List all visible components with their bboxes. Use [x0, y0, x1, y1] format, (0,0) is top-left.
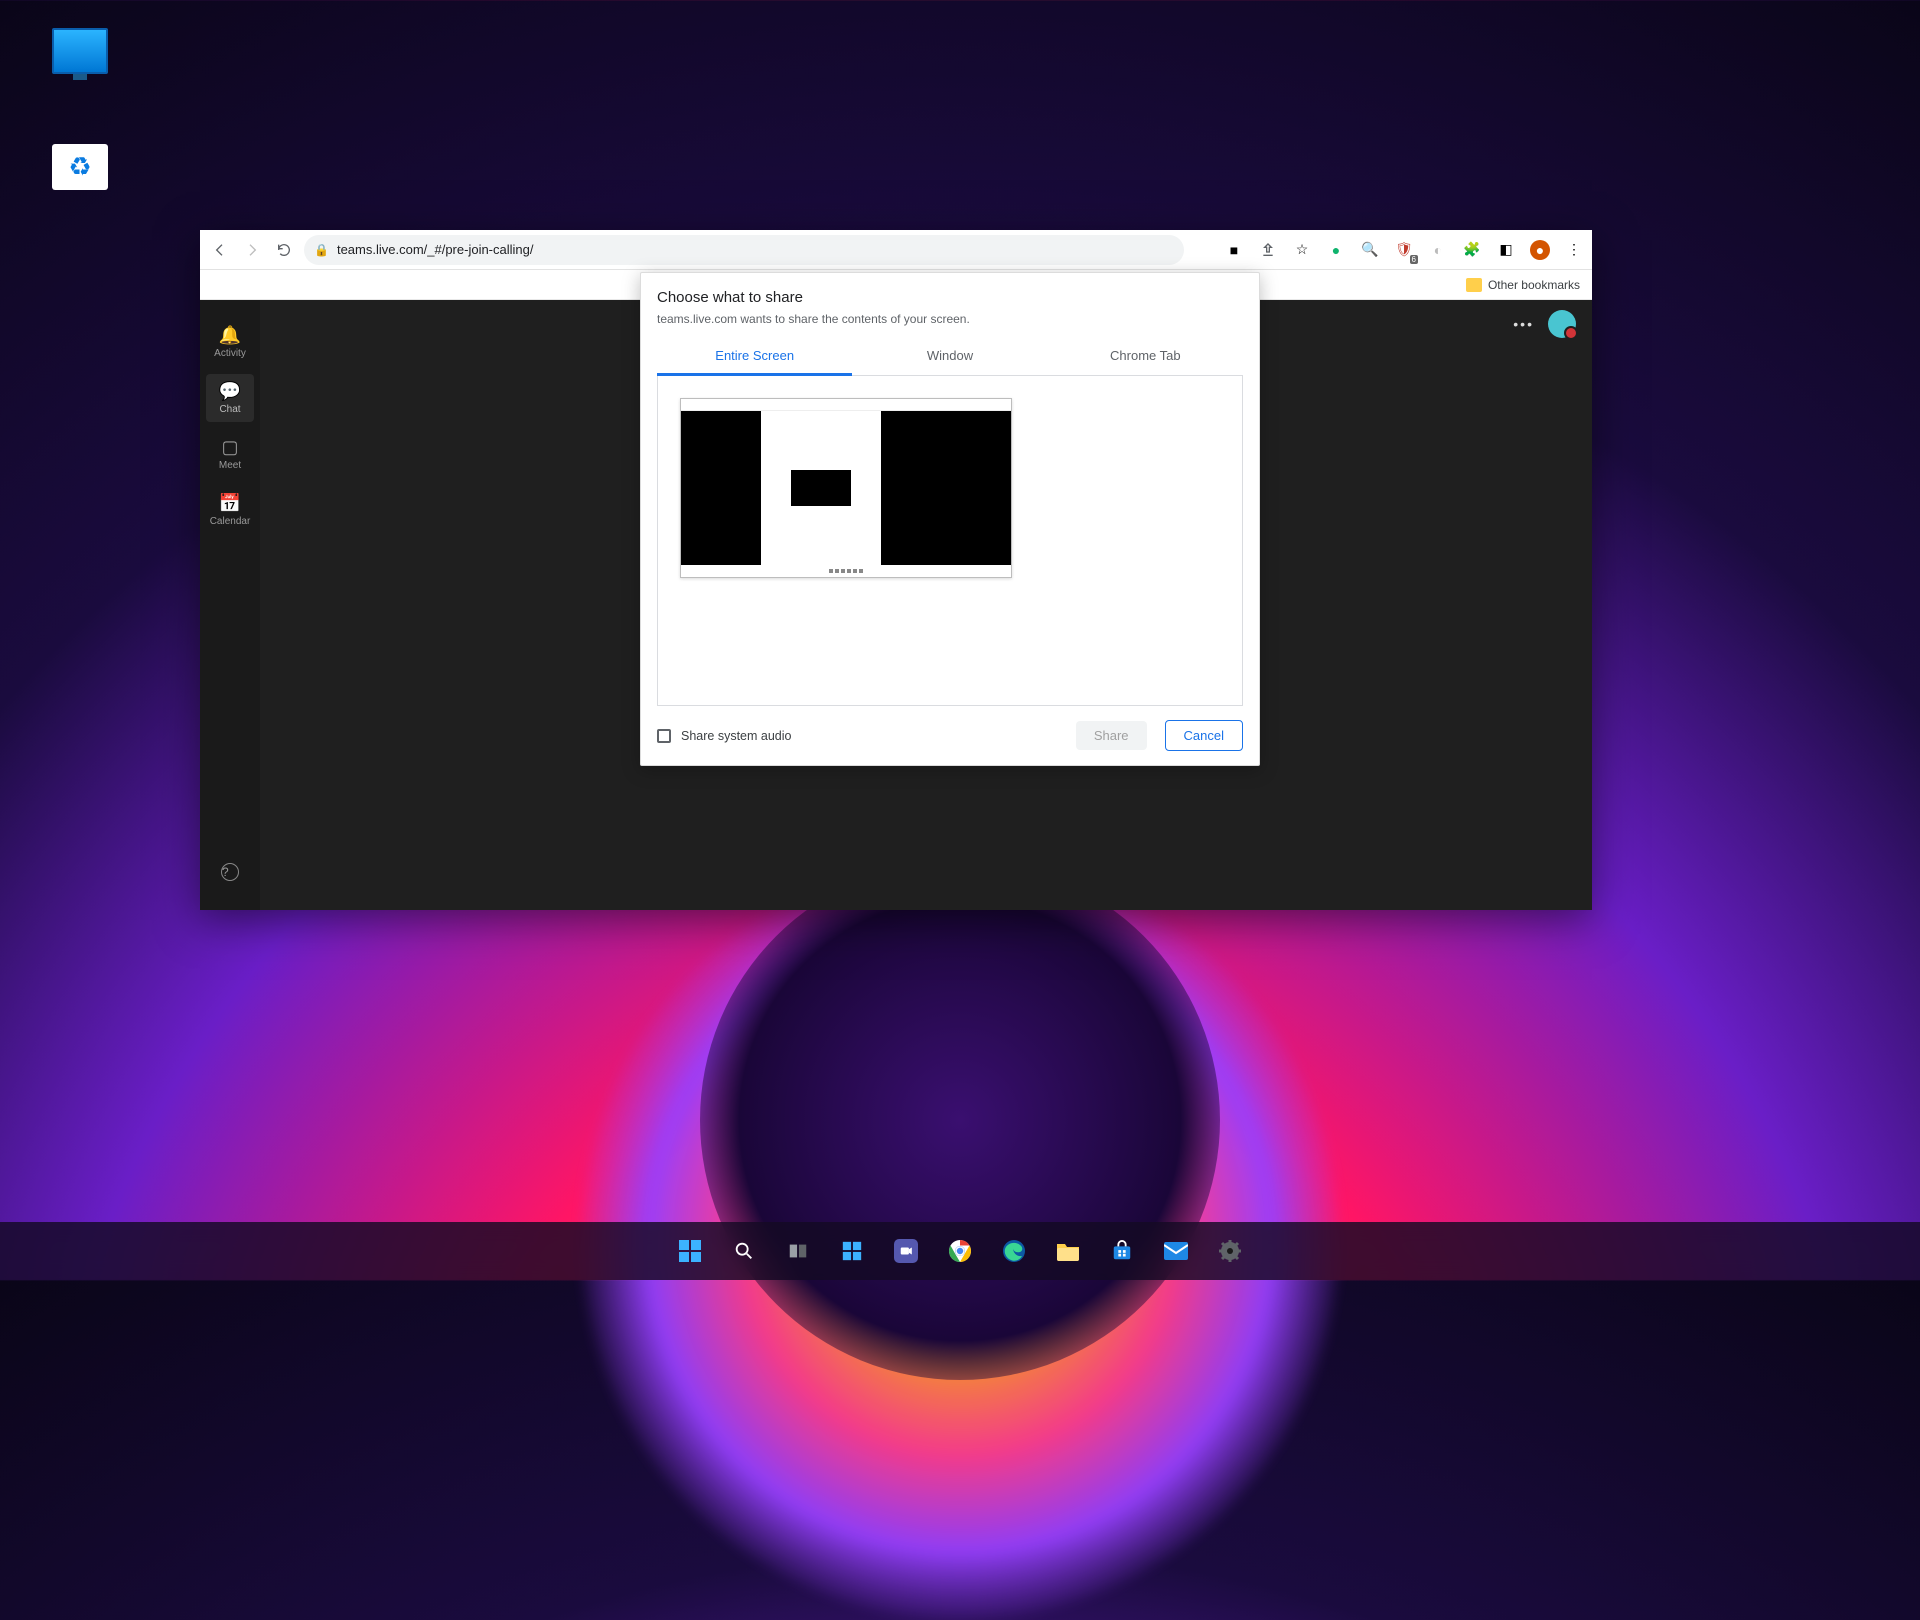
task-view-icon: [787, 1240, 809, 1262]
mail-icon: [1164, 1242, 1188, 1260]
chrome-toolbar: 🔒 teams.live.com/_#/pre-join-calling/ ■ …: [200, 230, 1592, 270]
teams-sidebar: 🔔 Activity 💬 Chat ▢ Meet 📅 Calendar ?: [200, 300, 260, 910]
taskbar-edge[interactable]: [992, 1229, 1036, 1273]
search-icon: [733, 1240, 755, 1262]
taskbar-teams[interactable]: [884, 1229, 928, 1273]
sidebar-item-chat[interactable]: 💬 Chat: [206, 374, 254, 422]
taskbar-search[interactable]: [722, 1229, 766, 1273]
sidebar-label: Chat: [219, 404, 240, 415]
teams-app: 🔔 Activity 💬 Chat ▢ Meet 📅 Calendar ? ••…: [200, 300, 1592, 910]
address-bar[interactable]: 🔒 teams.live.com/_#/pre-join-calling/: [304, 235, 1184, 265]
back-button[interactable]: [208, 238, 232, 262]
extensions-puzzle-icon[interactable]: 🧩: [1462, 240, 1482, 260]
lock-icon: 🔒: [314, 243, 329, 257]
forward-button[interactable]: [240, 238, 264, 262]
teams-topbar: •••: [1513, 310, 1576, 338]
taskbar-settings[interactable]: [1208, 1229, 1252, 1273]
edge-icon: [1002, 1239, 1026, 1263]
extension-search-icon[interactable]: 🔍: [1360, 240, 1380, 260]
dialog-subtitle: teams.live.com wants to share the conten…: [657, 312, 1243, 326]
extension-generic-icon[interactable]: ◐: [1428, 240, 1448, 260]
tab-window[interactable]: Window: [852, 338, 1047, 375]
teams-icon: [894, 1239, 918, 1263]
widgets-icon: [841, 1240, 863, 1262]
monitor-icon: [52, 28, 108, 74]
other-bookmarks-label: Other bookmarks: [1488, 278, 1580, 292]
share-page-icon[interactable]: [1258, 240, 1278, 260]
cancel-button[interactable]: Cancel: [1165, 720, 1243, 751]
taskbar-widgets[interactable]: [830, 1229, 874, 1273]
windows-taskbar: [0, 1222, 1920, 1280]
camera-icon[interactable]: ■: [1224, 240, 1244, 260]
taskbar-chrome[interactable]: [938, 1229, 982, 1273]
screen-thumbnail[interactable]: [680, 398, 1012, 578]
share-button[interactable]: Share: [1076, 721, 1147, 750]
taskbar-explorer[interactable]: [1046, 1229, 1090, 1273]
taskbar-store[interactable]: [1100, 1229, 1144, 1273]
extension-badge: 6: [1410, 255, 1418, 264]
store-icon: [1111, 1240, 1133, 1262]
thumb-inner: [791, 470, 851, 506]
share-preview-area: [657, 376, 1243, 706]
chrome-menu-icon[interactable]: ⋮: [1564, 240, 1584, 260]
sidebar-label: Meet: [219, 460, 241, 471]
gear-icon: [1218, 1239, 1242, 1263]
sidebar-label: Activity: [214, 348, 246, 359]
profile-avatar-icon[interactable]: ●: [1530, 240, 1550, 260]
thumb-titlebar: [681, 399, 1011, 411]
desktop-icon-recycle-bin[interactable]: [40, 144, 120, 194]
folder-icon: [1466, 278, 1482, 292]
taskbar-mail[interactable]: [1154, 1229, 1198, 1273]
thumb-taskbar: [681, 565, 1011, 577]
folder-icon: [1056, 1241, 1080, 1261]
calendar-icon: 📅: [219, 493, 241, 514]
dialog-title: Choose what to share: [657, 289, 1243, 306]
more-options-icon[interactable]: •••: [1513, 316, 1534, 332]
dialog-tabs: Entire Screen Window Chrome Tab: [657, 338, 1243, 376]
toolbar-right: ■ ☆ ● 🔍 🛡 6 ◐ 🧩 ◧ ● ⋮: [1224, 240, 1584, 260]
screen-share-dialog: Choose what to share teams.live.com want…: [640, 272, 1260, 766]
video-icon: ▢: [221, 437, 238, 458]
extension-tab-icon[interactable]: ◧: [1496, 240, 1516, 260]
share-audio-checkbox[interactable]: [657, 729, 671, 743]
help-icon: ?: [221, 863, 239, 881]
windows-logo-icon: [679, 1240, 701, 1262]
bell-icon: 🔔: [219, 325, 241, 346]
sidebar-item-calendar[interactable]: 📅 Calendar: [206, 486, 254, 534]
reload-button[interactable]: [272, 238, 296, 262]
dialog-footer: Share system audio Share Cancel: [657, 720, 1243, 751]
other-bookmarks-folder[interactable]: Other bookmarks: [1466, 278, 1580, 292]
bookmark-star-icon[interactable]: ☆: [1292, 240, 1312, 260]
extension-grammarly-icon[interactable]: ●: [1326, 240, 1346, 260]
tab-chrome-tab[interactable]: Chrome Tab: [1048, 338, 1243, 375]
desktop-icon-this-pc[interactable]: [40, 28, 120, 78]
share-audio-label: Share system audio: [681, 729, 791, 743]
taskbar-task-view[interactable]: [776, 1229, 820, 1273]
sidebar-item-activity[interactable]: 🔔 Activity: [206, 318, 254, 366]
user-avatar[interactable]: [1548, 310, 1576, 338]
tab-entire-screen[interactable]: Entire Screen: [657, 338, 852, 376]
sidebar-item-meet[interactable]: ▢ Meet: [206, 430, 254, 478]
teams-main: ••• Choose what to share teams.live.com …: [260, 300, 1592, 910]
thumb-dark-left: [681, 411, 761, 565]
sidebar-help[interactable]: ?: [206, 848, 254, 896]
chrome-window: 🔒 teams.live.com/_#/pre-join-calling/ ■ …: [200, 230, 1592, 910]
chat-icon: 💬: [219, 381, 241, 402]
taskbar-start[interactable]: [668, 1229, 712, 1273]
url-text: teams.live.com/_#/pre-join-calling/: [337, 242, 534, 257]
thumb-dark-right: [881, 411, 1011, 565]
sidebar-label: Calendar: [210, 516, 251, 527]
wallpaper-glow-inner: [700, 860, 1220, 1380]
chrome-icon: [948, 1239, 972, 1263]
thumb-body: [681, 411, 1011, 565]
extension-ublock-icon[interactable]: 🛡 6: [1394, 240, 1414, 260]
recycle-bin-icon: [52, 144, 108, 190]
thumb-center: [761, 411, 881, 565]
